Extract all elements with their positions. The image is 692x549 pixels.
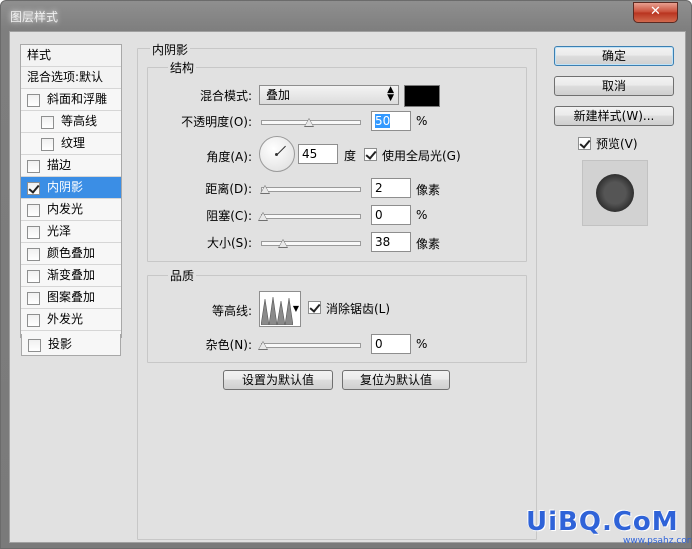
contour-preview-icon [261,296,293,325]
size-label: 大小(S): [206,236,252,250]
opacity-unit: % [416,114,428,128]
noise-slider-thumb[interactable] [258,341,268,350]
dialog-body: 样式 混合选项:默认 斜面和浮雕 等高线 纹理 描边 内阴影 内发光 光泽 颜色… [9,31,686,543]
choke-unit: % [416,208,428,222]
pattern-overlay-checkbox[interactable] [27,292,40,305]
sidebar-item-outer-glow[interactable]: 外发光 [21,309,121,331]
style-list: 样式 混合选项:默认 斜面和浮雕 等高线 纹理 描边 内阴影 内发光 光泽 颜色… [20,44,122,338]
opacity-input[interactable]: 50 [371,111,411,131]
sidebar-item-gradient-overlay[interactable]: 渐变叠加 [21,265,121,287]
satin-checkbox[interactable] [27,226,40,239]
style-preview-swatch [596,174,634,212]
site-watermark-url: www.psahz.com [623,536,692,546]
new-style-button[interactable]: 新建样式(W)... [554,106,674,126]
choke-input[interactable]: 0 [371,205,411,225]
ok-button[interactable]: 确定 [554,46,674,66]
layer-style-dialog: 图层样式 ✕ 样式 混合选项:默认 斜面和浮雕 等高线 纹理 描边 内阴影 内发… [0,0,692,549]
structure-group-title: 结构 [168,59,197,76]
style-preview [582,160,648,226]
contour-dropdown-icon: ▼ [292,304,299,313]
blend-options-item[interactable]: 混合选项:默认 [21,67,121,89]
size-slider-thumb[interactable] [278,239,288,248]
texture-checkbox[interactable] [41,138,54,151]
style-list-header: 样式 [21,45,121,67]
blend-mode-label: 混合模式: [199,89,252,103]
noise-unit: % [416,337,428,351]
angle-input[interactable]: 45 [298,144,338,164]
choke-slider-track[interactable] [261,214,361,219]
global-light-label: 使用全局光(G) [382,149,461,163]
quality-group-title: 品质 [168,267,197,284]
size-slider-track[interactable] [261,241,361,246]
make-default-button[interactable]: 设置为默认值 [223,370,333,390]
sidebar-item-bevel-emboss[interactable]: 斜面和浮雕 [21,89,121,111]
sidebar-item-color-overlay[interactable]: 颜色叠加 [21,243,121,265]
distance-label: 距离(D): [205,182,252,196]
drop-shadow-checkbox[interactable] [28,339,41,352]
outer-glow-checkbox[interactable] [27,314,40,327]
angle-dial[interactable] [259,136,295,172]
distance-slider-thumb[interactable] [260,185,270,194]
color-overlay-checkbox[interactable] [27,248,40,261]
antialias-checkbox[interactable] [308,301,321,314]
inner-glow-checkbox[interactable] [27,204,40,217]
preview-label: 预览(V) [596,137,638,151]
distance-slider-track[interactable] [261,187,361,192]
sidebar-item-inner-shadow[interactable]: 内阴影 [21,177,121,199]
preview-checkbox[interactable] [578,137,591,150]
antialias-label: 消除锯齿(L) [326,302,391,316]
sidebar-item-satin[interactable]: 光泽 [21,221,121,243]
contour-picker[interactable]: ▼ [259,291,301,327]
noise-label: 杂色(N): [205,338,252,352]
choke-label: 阻塞(C): [206,209,252,223]
gradient-overlay-checkbox[interactable] [27,270,40,283]
angle-label: 角度(A): [206,150,252,164]
cancel-button[interactable]: 取消 [554,76,674,96]
size-unit: 像素 [416,237,441,251]
sidebar-item-pattern-overlay[interactable]: 图案叠加 [21,287,121,309]
dialog-title: 图层样式 [10,10,59,24]
choke-slider-thumb[interactable] [258,212,268,221]
distance-input[interactable]: 2 [371,178,411,198]
inner-shadow-panel: 内阴影 结构 混合模式: 叠加 ▲▼ 不透明度(O): 50 % 角度(A): [137,41,537,540]
sidebar-item-drop-shadow[interactable]: 投影 [21,334,121,356]
noise-input[interactable]: 0 [371,334,411,354]
sidebar-item-stroke[interactable]: 描边 [21,155,121,177]
close-button[interactable]: ✕ [633,2,678,23]
dropdown-arrows-icon: ▲ ▼ [387,85,394,103]
sidebar-item-texture[interactable]: 纹理 [21,133,121,155]
inner-shadow-panel-title: 内阴影 [150,41,191,58]
angle-dial-center [275,153,278,156]
global-light-checkbox[interactable] [364,148,377,161]
sidebar-item-inner-glow[interactable]: 内发光 [21,199,121,221]
blend-mode-dropdown[interactable]: 叠加 ▲ ▼ [259,85,399,105]
bevel-emboss-checkbox[interactable] [27,94,40,107]
opacity-label: 不透明度(O): [181,115,252,129]
close-icon: ✕ [650,4,661,19]
structure-group: 结构 混合模式: 叠加 ▲ ▼ 不透明度(O): 50 % 角度(A): 45 … [147,59,527,262]
shadow-color-swatch[interactable] [404,85,440,107]
opacity-slider-thumb[interactable] [304,118,314,127]
contour-checkbox[interactable] [41,116,54,129]
size-input[interactable]: 38 [371,232,411,252]
site-watermark: UiBQ.CoM [526,507,679,537]
inner-shadow-checkbox[interactable] [27,182,40,195]
title-bar[interactable]: 图层样式 ✕ [1,1,691,31]
quality-group: 品质 等高线: ▼ 消除锯齿(L) 杂色(N): 0 % [147,267,527,363]
sidebar-item-contour[interactable]: 等高线 [21,111,121,133]
noise-slider-track[interactable] [261,343,361,348]
angle-unit: 度 [344,149,357,163]
contour-label: 等高线: [211,304,252,318]
reset-default-button[interactable]: 复位为默认值 [342,370,450,390]
stroke-checkbox[interactable] [27,160,40,173]
distance-unit: 像素 [416,183,441,197]
